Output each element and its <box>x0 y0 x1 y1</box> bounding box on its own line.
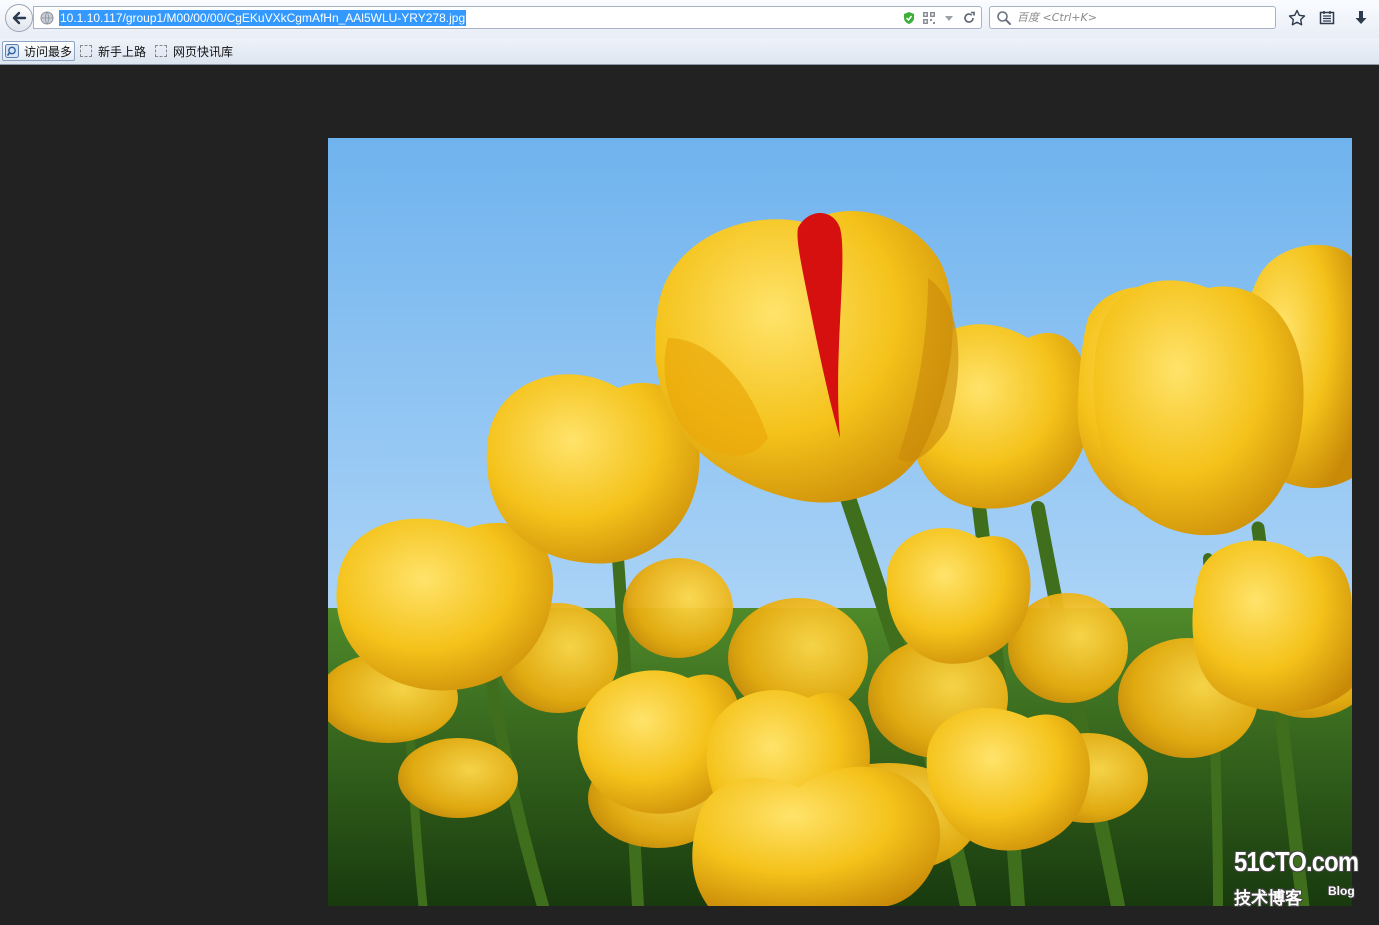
dropdown-arrow-icon[interactable] <box>941 10 957 26</box>
back-button[interactable] <box>5 4 33 32</box>
site-watermark: 51CTO.com 技术博客 Blog <box>1232 846 1362 910</box>
address-bar-icons <box>901 10 977 26</box>
bookmark-star-button[interactable] <box>1288 9 1306 27</box>
qr-code-icon[interactable] <box>921 10 937 26</box>
navigation-toolbar: 10.1.10.117/group1/M00/00/00/CgEKuVXkCgm… <box>0 0 1379 38</box>
download-button[interactable] <box>1352 9 1370 27</box>
reload-icon[interactable] <box>961 10 977 26</box>
globe-icon <box>40 11 54 25</box>
folder-icon <box>80 45 92 57</box>
bookmark-web-slice-gallery[interactable]: 网页快讯库 <box>155 41 233 61</box>
watermark-main: 51CTO.com <box>1234 846 1359 877</box>
bookmark-label: 新手上路 <box>98 44 147 59</box>
bookmark-most-visited[interactable]: 访问最多 <box>2 41 75 61</box>
back-arrow-icon <box>12 11 27 25</box>
watermark-sub: 技术博客 <box>1234 889 1302 909</box>
search-icon <box>997 11 1011 25</box>
shield-check-icon[interactable] <box>901 10 917 26</box>
bookmark-label: 网页快讯库 <box>173 44 234 59</box>
most-visited-icon <box>5 44 19 58</box>
reading-list-icon <box>1319 11 1335 25</box>
folder-icon <box>155 45 167 57</box>
search-placeholder: 百度 <Ctrl+K> <box>1017 11 1097 24</box>
bookmark-star-icon <box>1288 9 1306 26</box>
search-bar[interactable]: 百度 <Ctrl+K> <box>989 6 1276 29</box>
displayed-image[interactable] <box>328 138 1352 906</box>
url-text[interactable]: 10.1.10.117/group1/M00/00/00/CgEKuVXkCgm… <box>59 10 467 26</box>
reading-list-button[interactable] <box>1318 9 1336 27</box>
bookmarks-toolbar: 访问最多 新手上路 网页快讯库 <box>0 38 1379 65</box>
yellow-tulips-photo <box>328 138 1352 906</box>
bookmark-getting-started[interactable]: 新手上路 <box>80 41 146 61</box>
watermark-blog: Blog <box>1328 884 1355 898</box>
download-icon <box>1355 11 1367 24</box>
bookmark-label: 访问最多 <box>23 44 72 59</box>
address-bar[interactable]: 10.1.10.117/group1/M00/00/00/CgEKuVXkCgm… <box>33 6 982 29</box>
